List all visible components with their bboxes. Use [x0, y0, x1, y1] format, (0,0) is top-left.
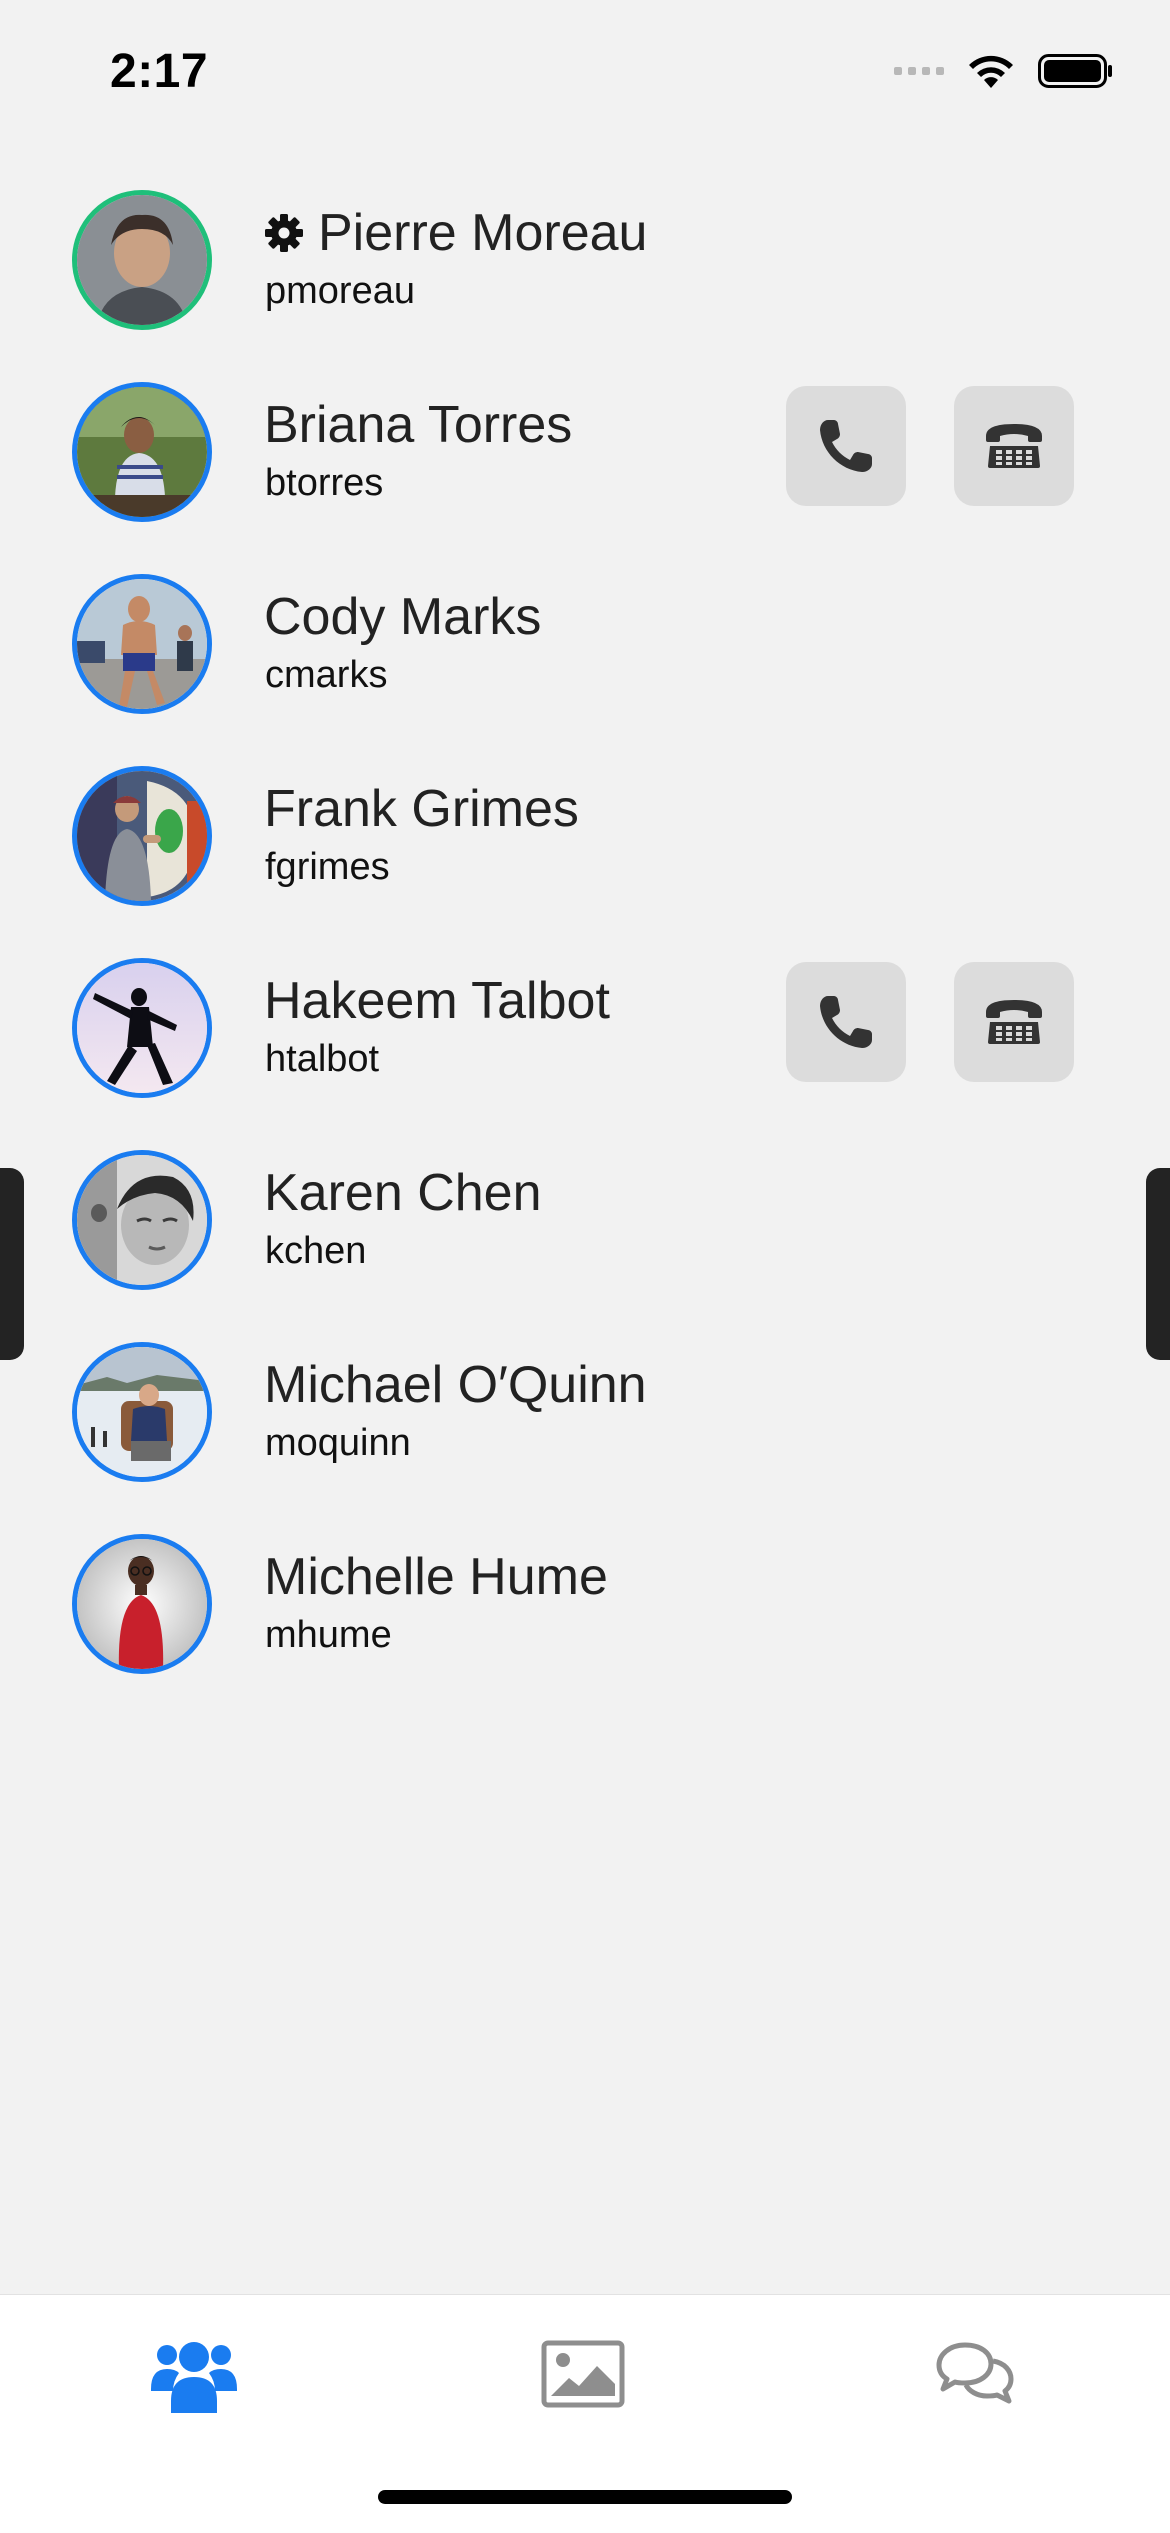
- avatar[interactable]: [72, 382, 212, 522]
- landline-call-button[interactable]: [954, 386, 1074, 506]
- landline-phone-icon: [986, 424, 1042, 468]
- avatar[interactable]: [72, 1150, 212, 1290]
- avatar-photo: [77, 1347, 207, 1477]
- contact-username: mhume: [265, 1614, 392, 1656]
- avatar[interactable]: [72, 190, 212, 330]
- contact-name: Michael O′Quinn: [264, 1356, 647, 1414]
- avatar[interactable]: [72, 1534, 212, 1674]
- contact-username: moquinn: [265, 1422, 411, 1464]
- contact-username: pmoreau: [265, 270, 415, 312]
- phone-icon: [820, 420, 872, 472]
- landline-phone-icon: [986, 1000, 1042, 1044]
- avatar[interactable]: [72, 958, 212, 1098]
- contact-row[interactable]: Hakeem Talbot htalbot: [0, 932, 1170, 1124]
- home-indicator[interactable]: [378, 2490, 792, 2504]
- status-bar: 2:17: [0, 0, 1170, 150]
- contact-name: Hakeem Talbot: [264, 972, 610, 1030]
- avatar[interactable]: [72, 1342, 212, 1482]
- right-side-handle[interactable]: [1146, 1168, 1170, 1360]
- tab-chats[interactable]: [925, 2329, 1025, 2419]
- avatar-photo: [77, 1155, 207, 1285]
- contact-name: Michelle Hume: [264, 1548, 608, 1606]
- tab-people[interactable]: [144, 2329, 244, 2419]
- contact-name-text: Pierre Moreau: [318, 204, 648, 262]
- landline-call-button[interactable]: [954, 962, 1074, 1082]
- gear-icon[interactable]: [264, 213, 304, 253]
- cellular-signal-icon: [894, 67, 944, 75]
- contact-name: Briana Torres: [264, 396, 573, 454]
- avatar[interactable]: [72, 574, 212, 714]
- contact-username: cmarks: [265, 654, 388, 696]
- phone-call-button[interactable]: [786, 386, 906, 506]
- status-time: 2:17: [110, 45, 209, 98]
- chat-bubbles-icon: [936, 2342, 1014, 2404]
- tab-photos[interactable]: [533, 2329, 633, 2419]
- wifi-icon: [969, 55, 1013, 88]
- status-indicators: [894, 52, 1114, 90]
- contact-name: Karen Chen: [264, 1164, 542, 1222]
- contact-username: btorres: [265, 462, 384, 504]
- contact-row[interactable]: Briana Torres btorres: [0, 356, 1170, 548]
- contact-username: fgrimes: [265, 846, 390, 888]
- contact-row[interactable]: Michael O′Quinn moquinn: [0, 1316, 1170, 1508]
- left-side-handle[interactable]: [0, 1168, 24, 1360]
- contact-row[interactable]: Frank Grimes fgrimes: [0, 740, 1170, 932]
- battery-icon: [1038, 54, 1112, 88]
- people-icon: [151, 2342, 237, 2413]
- contact-row-self[interactable]: Pierre Moreau pmoreau: [0, 164, 1170, 356]
- avatar-photo: [77, 195, 207, 325]
- contact-name: Pierre Moreau: [264, 202, 647, 264]
- contact-row[interactable]: Karen Chen kchen: [0, 1124, 1170, 1316]
- avatar-photo: [77, 1539, 207, 1669]
- contact-row[interactable]: Cody Marks cmarks: [0, 548, 1170, 740]
- avatar-photo: [77, 579, 207, 709]
- contact-username: htalbot: [265, 1038, 380, 1080]
- avatar-photo: [77, 387, 207, 517]
- phone-icon: [820, 996, 872, 1048]
- avatar[interactable]: [72, 766, 212, 906]
- avatar-photo: [77, 771, 207, 901]
- phone-call-button[interactable]: [786, 962, 906, 1082]
- contact-username: kchen: [265, 1230, 367, 1272]
- contact-row[interactable]: Michelle Hume mhume: [0, 1508, 1170, 1700]
- image-icon: [541, 2340, 625, 2408]
- avatar-photo: [77, 963, 207, 1093]
- contact-name: Frank Grimes: [264, 780, 579, 838]
- contact-name: Cody Marks: [264, 588, 542, 646]
